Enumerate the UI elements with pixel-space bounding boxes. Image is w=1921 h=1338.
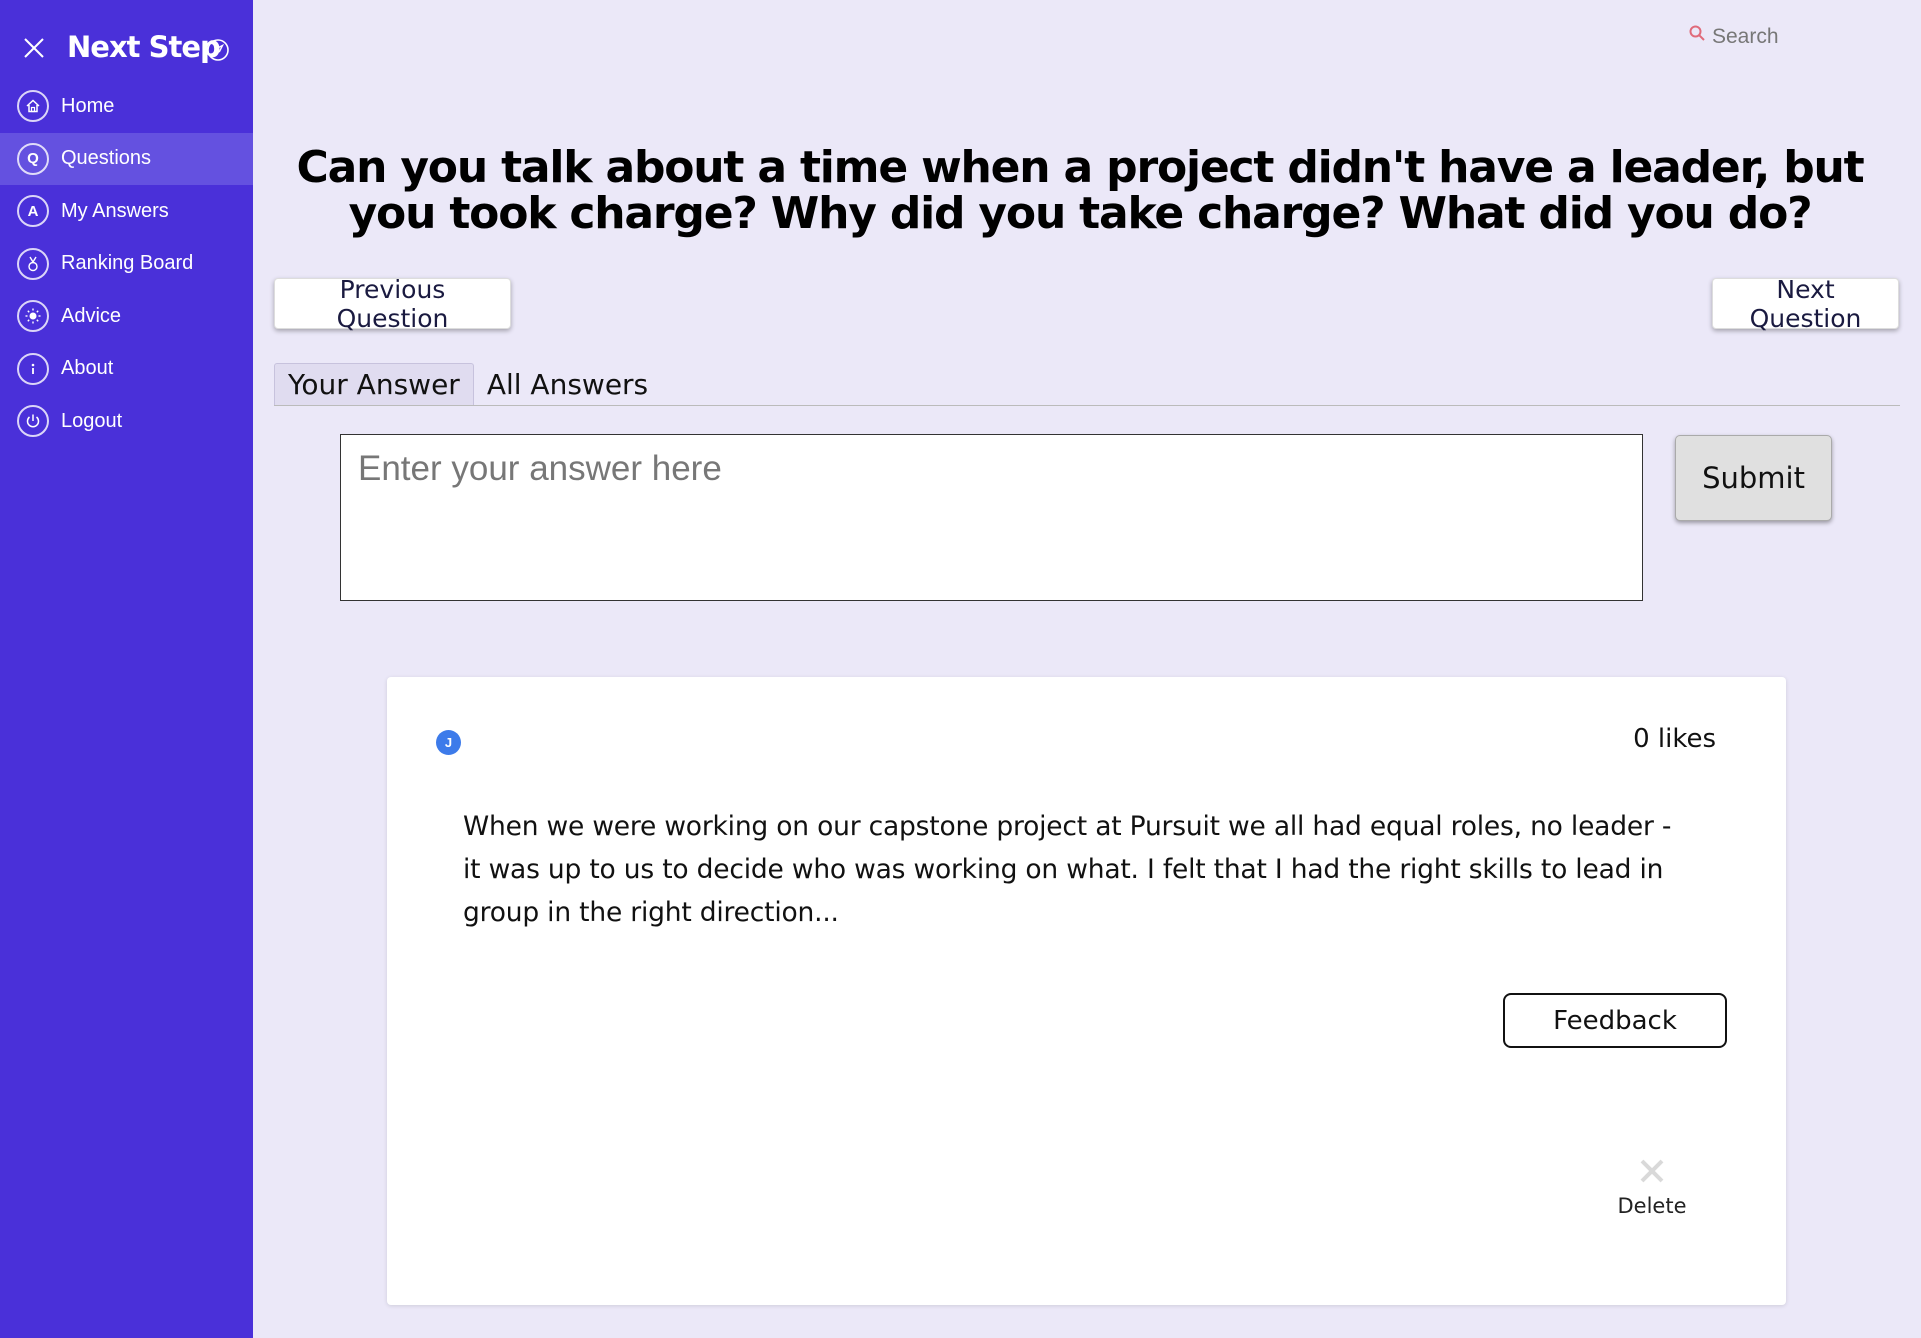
delete-button[interactable]: Delete	[1607, 1155, 1697, 1225]
answer-tabs: Your Answer All Answers	[274, 363, 1900, 406]
questions-icon: Q	[17, 142, 49, 175]
sidebar-item-label: Logout	[61, 409, 123, 432]
my-answers-icon: A	[17, 195, 49, 228]
tab-all-answers[interactable]: All Answers	[474, 363, 661, 405]
sidebar-item-label: About	[61, 357, 114, 380]
sidebar-item-my-answers[interactable]: A My Answers	[0, 185, 253, 238]
sidebar-item-about[interactable]: About	[0, 343, 253, 396]
answer-text: When we were working on our capstone pro…	[463, 811, 1672, 928]
compass-icon	[206, 38, 230, 62]
sidebar-item-label: Questions	[61, 147, 152, 170]
lightbulb-icon	[17, 300, 49, 333]
sidebar-item-label: My Answers	[61, 199, 169, 222]
avatar: J	[436, 730, 461, 755]
sidebar-item-ranking-board[interactable]: Ranking Board	[0, 238, 253, 291]
app-title[interactable]: Next Step	[67, 30, 221, 64]
close-icon[interactable]	[20, 34, 48, 62]
power-icon	[17, 405, 49, 438]
close-icon	[1636, 1155, 1668, 1192]
likes-count: 0 likes	[1633, 724, 1716, 754]
sidebar-item-label: Home	[61, 94, 115, 117]
sidebar-nav: Home Q Questions A My Answers Ranking Bo…	[0, 80, 253, 448]
sidebar-item-logout[interactable]: Logout	[0, 395, 253, 448]
next-question-button[interactable]: Next Question	[1712, 275, 1899, 333]
submit-button[interactable]: Submit	[1675, 435, 1832, 521]
sidebar-item-home[interactable]: Home	[0, 80, 253, 133]
sidebar: Next Step Home Q Questions A My Answers	[0, 0, 253, 1338]
delete-label: Delete	[1617, 1194, 1687, 1218]
answer-card: J 0 likes When we were working on our ca…	[387, 677, 1786, 1305]
sidebar-item-questions[interactable]: Q Questions	[0, 132, 253, 185]
answer-input[interactable]	[340, 434, 1643, 601]
search-label: Search	[1712, 25, 1779, 48]
previous-question-button[interactable]: Previous Question	[274, 275, 511, 333]
sidebar-item-label: Advice	[61, 304, 122, 327]
search-icon	[1688, 24, 1708, 50]
home-icon	[17, 90, 49, 123]
brand: Next Step	[0, 26, 253, 72]
medal-icon	[17, 247, 49, 280]
sidebar-item-label: Ranking Board	[61, 252, 194, 275]
feedback-button[interactable]: Feedback	[1503, 993, 1727, 1048]
search-button[interactable]: Search	[1688, 24, 1779, 50]
info-icon	[17, 352, 49, 385]
sidebar-item-advice[interactable]: Advice	[0, 290, 253, 343]
tab-your-answer[interactable]: Your Answer	[274, 363, 474, 405]
question-title: Can you talk about a time when a project…	[296, 142, 1865, 239]
